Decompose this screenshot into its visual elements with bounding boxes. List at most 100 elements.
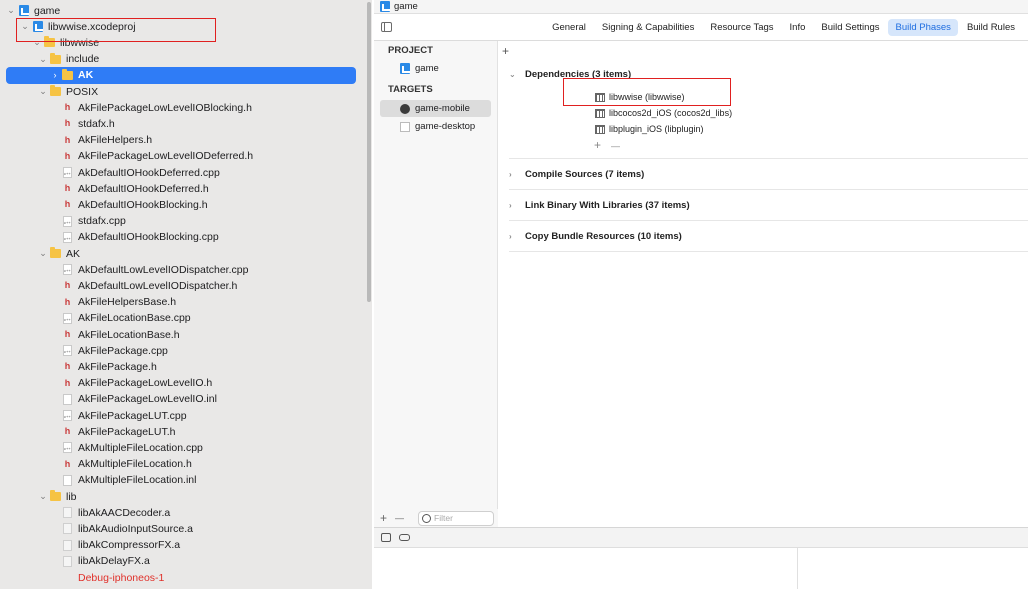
navigator-row[interactable]: h AkFilePackageLowLevelIO.h [0,375,360,392]
header-file-icon: h [64,377,71,388]
chevron-down-icon[interactable]: ⌄ [38,86,48,97]
target-filter-field[interactable]: Filter [418,510,495,526]
jump-bar-project[interactable]: game [394,1,418,12]
navigator-row-label: stdafx.cpp [78,215,126,228]
navigator-row-label: include [66,53,100,66]
phase-dependencies[interactable]: ⌄ Dependencies (3 items) [509,59,1028,90]
project-icon [380,1,390,12]
navigator-row[interactable]: Debug-iphoneos-1 [0,569,360,586]
navigator-row[interactable]: h AkFileLocationBase.h [0,326,360,343]
debug-bar [374,528,1028,548]
navigator-row-label: AkFileLocationBase.cpp [78,312,191,325]
add-target-button[interactable]: + [380,511,387,525]
tab-resource-tags[interactable]: Resource Tags [703,19,780,36]
add-build-phase-button[interactable]: + [502,44,509,58]
debug-split-divider[interactable] [797,548,798,589]
navigator-row-label: stdafx.h [78,117,115,130]
tab-build-settings[interactable]: Build Settings [814,19,886,36]
navigator-row[interactable]: h AkDefaultIOHookBlocking.h [0,196,360,213]
chevron-down-icon[interactable]: ⌄ [38,54,48,65]
dependency-item[interactable]: libcocos2d_iOS (cocos2d_libs) [595,105,732,121]
navigator-row[interactable]: stdafx.cpp [0,213,360,230]
chevron-down-icon[interactable]: ⌄ [32,37,42,48]
navigator-row[interactable]: h AkDefaultLowLevelIODispatcher.h [0,277,360,294]
navigator-row[interactable]: ⌄ POSIX [0,83,360,100]
library-icon [595,92,605,102]
tab-info[interactable]: Info [783,19,813,36]
folder-icon [62,68,73,81]
navigator-row[interactable]: libAkAACDecoder.a [0,504,360,521]
navigator-row[interactable]: h stdafx.h [0,115,360,132]
navigator-row[interactable]: AkFilePackageLUT.cpp [0,407,360,424]
navigator-row-label: AkMultipleFileLocation.inl [78,474,197,487]
navigator-row-label: AkMultipleFileLocation.cpp [78,441,203,454]
tab-build-phases[interactable]: Build Phases [888,19,958,36]
sidebar-toggle-icon[interactable] [381,22,392,32]
navigator-row[interactable]: ⌄ libwwise [0,34,360,51]
navigator-row[interactable]: AkMultipleFileLocation.cpp [0,439,360,456]
navigator-row[interactable]: h AkFileHelpers.h [0,132,360,149]
tab-general[interactable]: General [545,19,593,36]
navigator-row-label: AkMultipleFileLocation.h [78,458,192,471]
navigator-row[interactable]: ⌄ include [0,51,360,68]
header-file-icon: h [64,134,71,145]
navigator-row[interactable]: h AkFilePackageLowLevelIODeferred.h [0,148,360,165]
navigator-row-label: POSIX [66,85,99,98]
navigator-row[interactable]: libAkCompressorFX.a [0,537,360,554]
navigator-row[interactable]: AkFilePackageLowLevelIO.inl [0,391,360,408]
chevron-down-icon[interactable]: ⌄ [6,5,16,16]
navigator-row-label: libwwise.xcodeproj [48,20,136,33]
remove-target-button[interactable]: — [395,513,404,523]
project-item-game[interactable]: game [374,60,497,77]
folder-icon [44,36,55,48]
phase-copy-bundle-resources[interactable]: › Copy Bundle Resources (10 items) [509,221,1028,252]
tab-build-rules[interactable]: Build Rules [960,19,1022,36]
navigator-row[interactable]: h AkDefaultIOHookDeferred.h [0,180,360,197]
chevron-right-icon[interactable]: › [50,70,60,80]
navigator-row[interactable]: AkDefaultLowLevelIODispatcher.cpp [0,261,360,278]
navigator-row-label: AkFilePackageLUT.h [78,425,176,438]
tab-signing-capabilities[interactable]: Signing & Capabilities [595,19,701,36]
chevron-down-icon[interactable]: ⌄ [38,491,48,502]
target-label: game-desktop [415,121,476,132]
navigator-row[interactable]: AkMultipleFileLocation.inl [0,472,360,489]
phase-link-binary[interactable]: › Link Binary With Libraries (37 items) [509,190,1028,221]
remove-dependency-button[interactable]: — [611,138,620,152]
navigator-scrollbar[interactable] [367,2,371,302]
target-game-desktop[interactable]: game-desktop [374,118,497,135]
navigator-row[interactable]: ⌄ AK [0,245,360,262]
target-label: game-mobile [415,103,470,114]
chevron-down-icon[interactable]: ⌄ [38,248,48,259]
navigator-row-label: AkFilePackage.h [78,360,157,373]
phase-compile-sources[interactable]: › Compile Sources (7 items) [509,159,1028,190]
targets-pane-footer: + — Filter [374,509,498,527]
navigator-row[interactable]: h AkFilePackage.h [0,358,360,375]
navigator-row[interactable]: ⌄ lib [0,488,360,505]
navigator-row[interactable]: AkFilePackage.cpp [0,342,360,359]
navigator-row[interactable]: h AkFilePackageLUT.h [0,423,360,440]
chevron-down-icon: ⌄ [509,70,516,79]
dependency-item[interactable]: libwwise (libwwise) [595,89,685,105]
navigator-row[interactable]: libAkDelayFX.a [0,553,360,570]
cpp-file-icon [62,442,73,454]
navigator-row[interactable]: › AK [6,66,356,84]
navigator-row-label: AkFilePackageLowLevelIOBlocking.h [78,101,252,114]
debug-area-toggle-icon[interactable] [381,533,391,542]
dependency-item[interactable]: libplugin_iOS (libplugin) [595,121,704,137]
navigator-row[interactable]: libAkAudioInputSource.a [0,520,360,537]
chevron-down-icon[interactable]: ⌄ [20,21,30,32]
chevron-right-icon: › [509,231,512,241]
navigator-row[interactable]: h AkFilePackageLowLevelIOBlocking.h [0,99,360,116]
navigator-row-label: AkFilePackageLowLevelIO.inl [78,393,217,406]
navigator-row[interactable]: h AkMultipleFileLocation.h [0,456,360,473]
navigator-row[interactable]: h AkFileHelpersBase.h [0,294,360,311]
add-dependency-button[interactable]: + [594,138,601,152]
target-game-mobile[interactable]: game-mobile [380,100,491,117]
console-toggle-icon[interactable] [399,534,410,541]
navigator-row[interactable]: AkFileLocationBase.cpp [0,310,360,327]
navigator-row[interactable]: ⌄ game [0,2,360,19]
navigator-row[interactable]: ⌄ libwwise.xcodeproj [0,18,360,35]
navigator-row[interactable]: AkDefaultIOHookDeferred.cpp [0,164,360,181]
navigator-row[interactable]: AkDefaultIOHookBlocking.cpp [0,229,360,246]
project-icon [32,21,43,33]
